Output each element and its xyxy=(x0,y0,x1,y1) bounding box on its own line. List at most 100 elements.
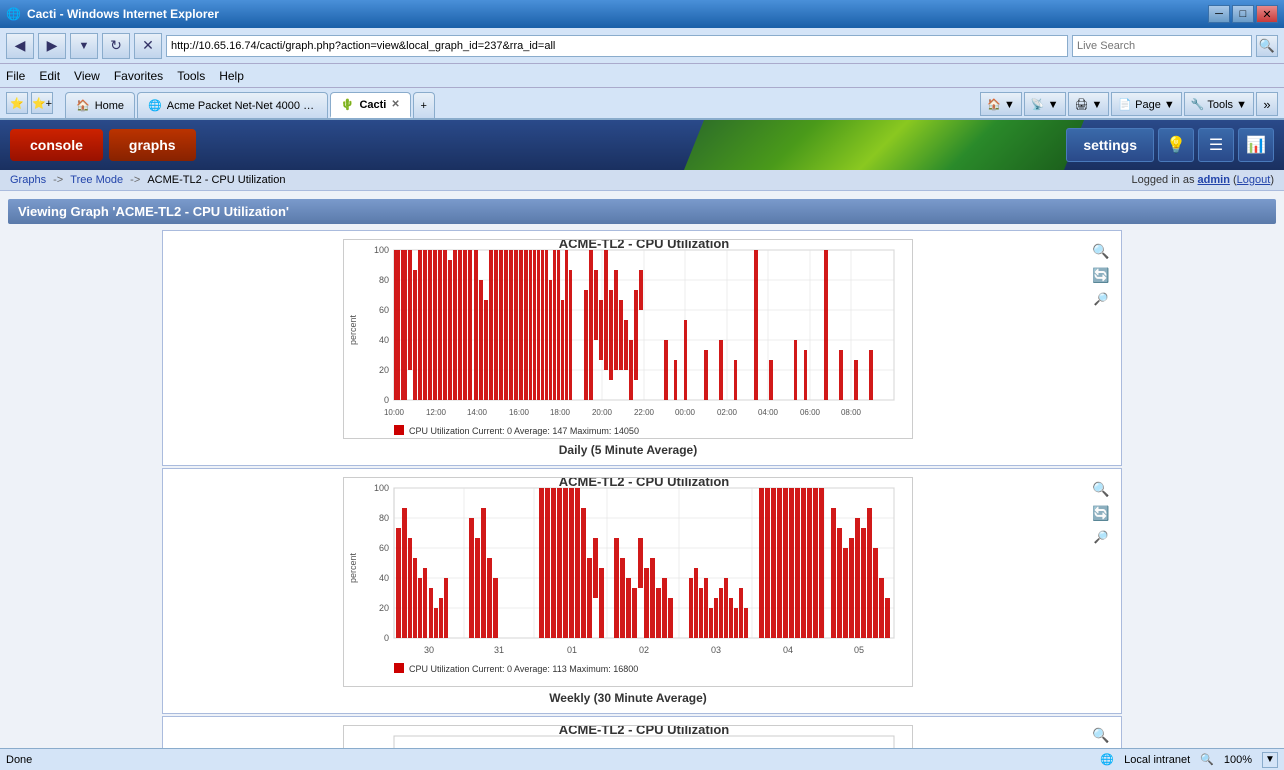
window-title: Cacti - Windows Internet Explorer xyxy=(27,7,219,21)
svg-text:00:00: 00:00 xyxy=(675,408,696,417)
svg-text:14:00: 14:00 xyxy=(467,408,488,417)
intranet-icon: 🌐 xyxy=(1100,753,1114,766)
svg-text:CPU Utilization Current:: CPU Utilization Current: 0 Average: 147 … xyxy=(409,426,639,436)
graph-section: ACME-TL2 - CPU Utilization 0 20 40 60 80… xyxy=(8,230,1276,760)
maximize-button[interactable]: □ xyxy=(1232,5,1254,23)
weekly-period-label: Weekly (30 Minute Average) xyxy=(171,691,1085,705)
new-tab[interactable]: + xyxy=(413,92,435,118)
address-bar: ◀ ▶ ▼ ↻ ✕ 🔍 xyxy=(0,28,1284,64)
favorites-button[interactable]: ⭐ xyxy=(6,92,28,114)
refresh-button[interactable]: ↻ xyxy=(102,33,130,59)
weekly-side-icons: 🔍 🔄 🔎 xyxy=(1089,477,1113,705)
weekly-zoom-in-icon[interactable]: 🔍 xyxy=(1091,479,1111,499)
settings-nav-button[interactable]: settings xyxy=(1066,128,1154,162)
close-button[interactable]: ✕ xyxy=(1256,5,1278,23)
zoom-dropdown-button[interactable]: ▼ xyxy=(1262,752,1278,768)
daily-chart-svg: ACME-TL2 - CPU Utilization 0 20 40 60 80… xyxy=(343,239,913,439)
monthly-zoom-in-icon[interactable]: 🔍 xyxy=(1091,727,1111,744)
address-input[interactable] xyxy=(166,35,1068,57)
nav-icon-button-2[interactable]: ☰ xyxy=(1198,128,1234,162)
svg-text:40: 40 xyxy=(379,573,389,583)
username-link[interactable]: admin xyxy=(1198,174,1230,186)
zoom-out-icon[interactable]: 🔎 xyxy=(1091,289,1111,309)
zoom-reset-icon[interactable]: 🔄 xyxy=(1091,265,1111,285)
weekly-graph-card: ACME-TL2 - CPU Utilization 0 20 40 60 80… xyxy=(162,468,1122,714)
svg-text:80: 80 xyxy=(379,275,389,285)
daily-side-icons: 🔍 🔄 🔎 xyxy=(1089,239,1113,457)
weekly-chart-svg: ACME-TL2 - CPU Utilization 0 20 40 60 80… xyxy=(343,477,913,687)
svg-text:18:00: 18:00 xyxy=(550,408,571,417)
tools-button[interactable]: 🔧 Tools ▼ xyxy=(1184,92,1254,116)
title-bar: 🌐 Cacti - Windows Internet Explorer ─ □ … xyxy=(0,0,1284,28)
tab-home[interactable]: 🏠 Home xyxy=(65,92,135,118)
svg-text:100: 100 xyxy=(374,483,389,493)
svg-text:percent: percent xyxy=(348,314,358,345)
svg-text:31: 31 xyxy=(494,645,504,655)
menu-tools[interactable]: Tools xyxy=(177,69,205,83)
feeds-button[interactable]: 📡 ▼ xyxy=(1024,92,1066,116)
daily-period-label: Daily (5 Minute Average) xyxy=(171,443,1085,457)
menu-edit[interactable]: Edit xyxy=(39,69,60,83)
dropdown-button[interactable]: ▼ xyxy=(70,33,98,59)
nav-icon-button-3[interactable]: 📊 xyxy=(1238,128,1274,162)
logged-in-text: Logged in as admin (Logout) xyxy=(1131,174,1274,186)
weekly-zoom-out-icon[interactable]: 🔎 xyxy=(1091,527,1111,547)
acme-tab-icon: 🌐 xyxy=(148,99,162,112)
svg-text:02: 02 xyxy=(639,645,649,655)
add-favorites-button[interactable]: ⭐+ xyxy=(31,92,53,114)
nav-icon-button-1[interactable]: 💡 xyxy=(1158,128,1194,162)
tab-acme[interactable]: 🌐 Acme Packet Net-Net 4000 s... xyxy=(137,92,328,118)
menu-view[interactable]: View xyxy=(74,69,100,83)
console-nav-button[interactable]: console xyxy=(10,129,103,161)
zoom-in-icon[interactable]: 🔍 xyxy=(1091,241,1111,261)
svg-text:02:00: 02:00 xyxy=(717,408,738,417)
home-toolbar-button[interactable]: 🏠 ▼ xyxy=(980,92,1022,116)
browser-icon: 🌐 xyxy=(6,7,21,21)
menu-file[interactable]: File xyxy=(6,69,25,83)
menu-help[interactable]: Help xyxy=(219,69,244,83)
svg-text:40: 40 xyxy=(379,335,389,345)
svg-text:20: 20 xyxy=(379,365,389,375)
breadcrumb-tree-mode[interactable]: Tree Mode xyxy=(70,174,123,186)
logout-link[interactable]: Logout xyxy=(1237,174,1271,186)
search-go-button[interactable]: 🔍 xyxy=(1256,35,1278,57)
tab-cacti[interactable]: 🌵 Cacti ✕ xyxy=(330,92,411,118)
svg-text:04: 04 xyxy=(783,645,793,655)
page-button[interactable]: 📄 Page ▼ xyxy=(1111,92,1181,116)
svg-text:16:00: 16:00 xyxy=(509,408,530,417)
print-button[interactable]: 🖨 ▼ xyxy=(1068,92,1110,116)
daily-graph-card: ACME-TL2 - CPU Utilization 0 20 40 60 80… xyxy=(162,230,1122,466)
stop-button[interactable]: ✕ xyxy=(134,33,162,59)
minimize-button[interactable]: ─ xyxy=(1208,5,1230,23)
menu-favorites[interactable]: Favorites xyxy=(114,69,163,83)
graphs-nav-button[interactable]: graphs xyxy=(109,129,196,161)
breadcrumb-bar: Graphs -> Tree Mode -> ACME-TL2 - CPU Ut… xyxy=(0,170,1284,191)
tab-close-icon[interactable]: ✕ xyxy=(391,99,399,110)
svg-text:100: 100 xyxy=(374,245,389,255)
svg-text:22:00: 22:00 xyxy=(634,408,655,417)
forward-button[interactable]: ▶ xyxy=(38,33,66,59)
svg-text:80: 80 xyxy=(379,513,389,523)
svg-text:0: 0 xyxy=(384,633,389,643)
zoom-level: 100% xyxy=(1224,754,1252,766)
status-bar: Done 🌐 Local intranet 🔍 100% ▼ xyxy=(0,748,1284,770)
search-input[interactable] xyxy=(1072,35,1252,57)
cacti-tab-icon: 🌵 xyxy=(341,98,355,111)
back-button[interactable]: ◀ xyxy=(6,33,34,59)
toolbar-expand-button[interactable]: » xyxy=(1256,92,1278,116)
svg-text:ACME-TL2 - CPU Utilization: ACME-TL2 - CPU Utilization xyxy=(559,239,729,251)
svg-text:ACME-TL2 - CPU Utilization: ACME-TL2 - CPU Utilization xyxy=(559,725,729,737)
breadcrumb-sep-2: -> xyxy=(130,174,143,186)
svg-text:03: 03 xyxy=(711,645,721,655)
breadcrumb-graphs[interactable]: Graphs xyxy=(10,174,46,186)
cacti-tab-label: Cacti xyxy=(359,99,386,111)
weekly-zoom-reset-icon[interactable]: 🔄 xyxy=(1091,503,1111,523)
weekly-graph-main: ACME-TL2 - CPU Utilization 0 20 40 60 80… xyxy=(171,477,1085,705)
svg-text:08:00: 08:00 xyxy=(841,408,862,417)
svg-text:60: 60 xyxy=(379,305,389,315)
svg-text:05: 05 xyxy=(854,645,864,655)
breadcrumb-current: ACME-TL2 - CPU Utilization xyxy=(147,174,285,186)
svg-text:30: 30 xyxy=(424,645,434,655)
svg-text:06:00: 06:00 xyxy=(800,408,821,417)
app-container: console graphs settings 💡 ☰ 📊 Graphs -> … xyxy=(0,120,1284,760)
